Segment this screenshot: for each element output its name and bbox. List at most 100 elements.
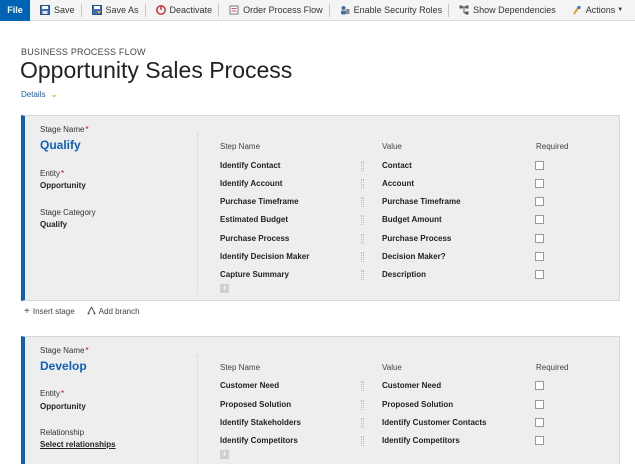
save-icon <box>40 5 50 15</box>
add-step-icon[interactable]: + <box>220 450 229 459</box>
show-dependencies-label: Show Dependencies <box>473 5 556 15</box>
column-grip <box>197 355 200 464</box>
file-button[interactable]: File <box>0 0 30 21</box>
required-header: Required <box>536 363 569 372</box>
actions-label: Actions <box>585 5 616 15</box>
stage-name-label: Stage Name* <box>40 346 89 355</box>
drag-handle[interactable] <box>361 197 364 207</box>
stage-name-label: Stage Name* <box>40 125 89 134</box>
relationship-label: Relationship <box>40 428 85 437</box>
step-name-header: Step Name <box>220 363 261 372</box>
step-name-header: Step Name <box>220 142 261 151</box>
branch-icon <box>87 306 96 317</box>
deactivate-label: Deactivate <box>169 5 213 15</box>
step-value[interactable]: Budget Amount <box>382 215 442 224</box>
show-dependencies-button[interactable]: Show Dependencies <box>449 0 562 21</box>
stage-category-value[interactable]: Qualify <box>40 220 67 229</box>
enable-security-roles-label: Enable Security Roles <box>353 5 443 15</box>
select-relationships-link[interactable]: Select relationships <box>40 440 116 449</box>
enable-security-roles-button[interactable]: Enable Security Roles <box>330 0 449 21</box>
step-name[interactable]: Capture Summary <box>220 270 289 279</box>
step-name[interactable]: Identify Stakeholders <box>220 418 301 427</box>
step-value[interactable]: Description <box>382 270 426 279</box>
required-checkbox[interactable] <box>535 252 544 261</box>
step-value[interactable]: Contact <box>382 161 412 170</box>
required-checkbox[interactable] <box>535 381 544 390</box>
save-as-icon <box>91 5 102 15</box>
drag-handle[interactable] <box>361 270 364 280</box>
required-checkbox[interactable] <box>535 179 544 188</box>
insert-stage-link[interactable]: Insert stage <box>33 307 75 316</box>
drag-handle[interactable] <box>361 161 364 171</box>
drag-handle[interactable] <box>361 179 364 189</box>
required-checkbox[interactable] <box>535 161 544 170</box>
required-checkbox[interactable] <box>535 270 544 279</box>
drag-handle[interactable] <box>361 400 364 410</box>
save-as-button[interactable]: Save As <box>82 0 145 21</box>
required-checkbox[interactable] <box>535 436 544 445</box>
command-bar: File Save Save As Deactivate Order Proce… <box>0 0 635 21</box>
stage-name-value[interactable]: Develop <box>40 359 87 373</box>
entity-label: Entity* <box>40 169 65 178</box>
entity-type-label: BUSINESS PROCESS FLOW <box>21 47 146 57</box>
required-checkbox[interactable] <box>535 400 544 409</box>
entity-value[interactable]: Opportunity <box>40 402 86 411</box>
order-flow-icon <box>229 5 239 15</box>
plus-icon: + <box>24 306 30 317</box>
details-toggle[interactable]: Details ⌄ <box>21 89 58 100</box>
step-value[interactable]: Purchase Process <box>382 234 451 243</box>
drag-handle[interactable] <box>361 252 364 262</box>
drag-handle[interactable] <box>361 381 364 391</box>
deactivate-button[interactable]: Deactivate <box>146 0 219 21</box>
save-as-label: Save As <box>105 5 139 15</box>
step-name[interactable]: Proposed Solution <box>220 400 291 409</box>
required-header: Required <box>536 142 569 151</box>
stage-category-label: Stage Category <box>40 208 96 217</box>
required-checkbox[interactable] <box>535 215 544 224</box>
step-name[interactable]: Identify Contact <box>220 161 280 170</box>
step-name[interactable]: Purchase Process <box>220 234 289 243</box>
save-button[interactable]: Save <box>30 0 81 21</box>
drag-handle[interactable] <box>361 436 364 446</box>
dependencies-icon <box>459 5 469 15</box>
step-name[interactable]: Identify Competitors <box>220 436 298 445</box>
add-step-icon[interactable]: + <box>220 284 229 293</box>
step-value[interactable]: Account <box>382 179 414 188</box>
entity-label: Entity* <box>40 389 65 398</box>
details-label: Details <box>21 90 46 99</box>
stage-name-value[interactable]: Qualify <box>40 138 81 152</box>
actions-icon <box>572 5 582 15</box>
step-value[interactable]: Purchase Timeframe <box>382 197 461 206</box>
step-name[interactable]: Identify Decision Maker <box>220 252 309 261</box>
page-title: Opportunity Sales Process <box>20 57 293 83</box>
chevron-down-icon: ⌄ <box>50 89 58 99</box>
stage-panel-develop[interactable]: Stage Name* Develop Entity* Opportunity … <box>21 336 620 464</box>
value-header: Value <box>382 363 402 372</box>
order-process-flow-label: Order Process Flow <box>243 5 323 15</box>
step-value[interactable]: Customer Need <box>382 381 441 390</box>
value-header: Value <box>382 142 402 151</box>
step-name[interactable]: Purchase Timeframe <box>220 197 299 206</box>
deactivate-icon <box>155 5 166 15</box>
stage-actions: + Insert stage Add branch <box>24 306 140 317</box>
drag-handle[interactable] <box>361 418 364 428</box>
step-value[interactable]: Decision Maker? <box>382 252 446 261</box>
step-name[interactable]: Estimated Budget <box>220 215 288 224</box>
step-name[interactable]: Identify Account <box>220 179 282 188</box>
security-roles-icon <box>340 5 350 15</box>
step-name[interactable]: Customer Need <box>220 381 279 390</box>
actions-menu-button[interactable]: Actions ▼ <box>562 0 629 21</box>
step-value[interactable]: Identify Customer Contacts <box>382 418 486 427</box>
required-checkbox[interactable] <box>535 234 544 243</box>
entity-value[interactable]: Opportunity <box>40 181 86 190</box>
add-branch-link[interactable]: Add branch <box>99 307 140 316</box>
drag-handle[interactable] <box>361 215 364 225</box>
required-checkbox[interactable] <box>535 197 544 206</box>
order-process-flow-button[interactable]: Order Process Flow <box>219 0 329 21</box>
drag-handle[interactable] <box>361 234 364 244</box>
required-checkbox[interactable] <box>535 418 544 427</box>
stage-panel-qualify[interactable]: Stage Name* Qualify Entity* Opportunity … <box>21 115 620 301</box>
chevron-down-icon: ▼ <box>617 7 624 13</box>
step-value[interactable]: Identify Competitors <box>382 436 460 445</box>
step-value[interactable]: Proposed Solution <box>382 400 453 409</box>
